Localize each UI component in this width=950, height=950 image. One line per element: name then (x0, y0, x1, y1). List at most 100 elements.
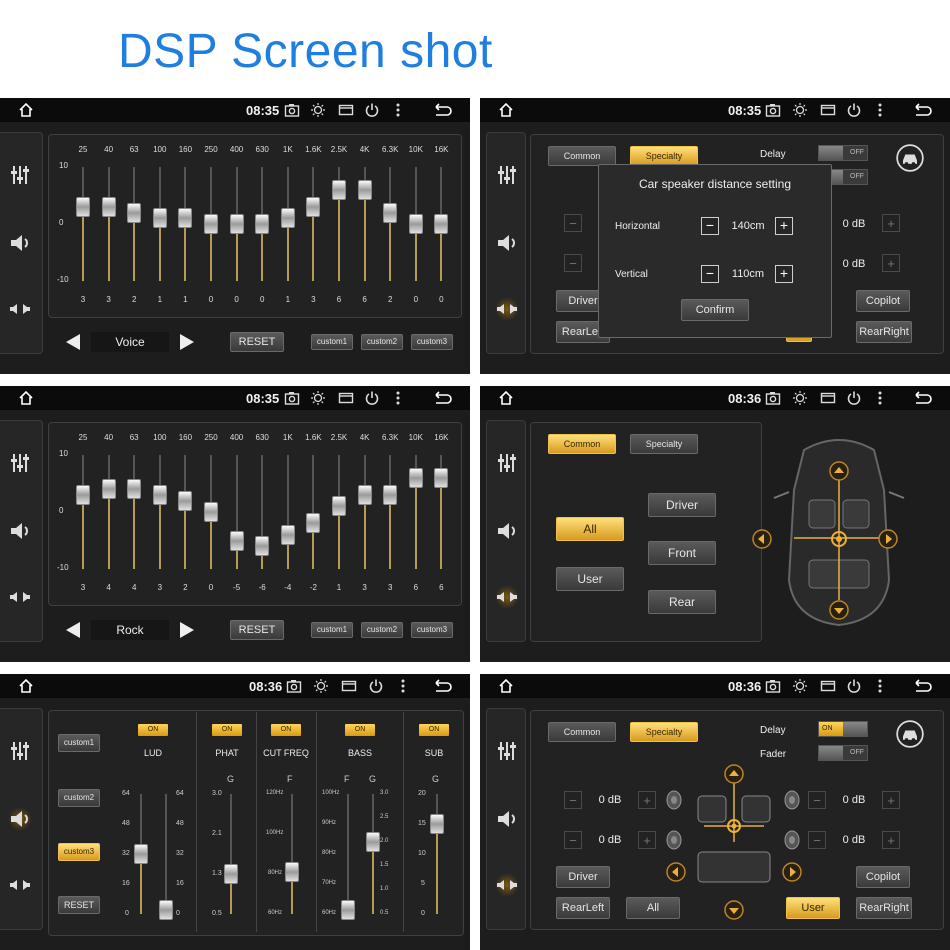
sub-track[interactable] (436, 794, 438, 914)
horizontal-plus-button[interactable]: + (775, 217, 793, 235)
menu-icon[interactable] (872, 102, 888, 118)
cutfreq-knob[interactable] (285, 862, 299, 882)
menu-icon[interactable] (390, 102, 406, 118)
eq-slider-knob[interactable] (408, 467, 423, 488)
eq-slider-knob[interactable] (255, 214, 270, 234)
eq-slider-knob[interactable] (101, 479, 116, 500)
eq-slider-knob[interactable] (332, 179, 346, 200)
brightness-icon[interactable] (792, 102, 808, 118)
rearleft-button[interactable]: RearLeft (556, 897, 610, 919)
eq-slider-track[interactable] (107, 455, 110, 569)
arrow-left-icon[interactable] (752, 529, 772, 549)
sub-on-badge[interactable]: ON (419, 724, 449, 736)
home-icon[interactable] (498, 390, 514, 406)
eq-slider-track[interactable] (312, 455, 315, 569)
custom3-button[interactable]: custom3 (411, 334, 453, 350)
custom2-button[interactable]: custom2 (361, 334, 403, 350)
equalizer-tab-icon[interactable] (8, 739, 32, 763)
arrow-down-icon[interactable] (724, 900, 744, 920)
eq-slider-knob[interactable] (152, 484, 167, 505)
eq-slider-knob[interactable] (127, 479, 142, 500)
left-bottom-plus-button[interactable]: + (638, 831, 656, 849)
eq-slider-track[interactable] (363, 455, 366, 569)
eq-slider-knob[interactable] (332, 496, 346, 517)
delay-toggle[interactable]: OFF (818, 145, 868, 161)
eq-slider-knob[interactable] (101, 196, 116, 217)
confirm-button[interactable]: Confirm (681, 299, 749, 321)
surround-tab-icon[interactable] (495, 297, 519, 321)
speaker-tab-icon[interactable] (8, 519, 32, 543)
eq-slider-knob[interactable] (408, 214, 423, 234)
eq-slider-track[interactable] (82, 167, 84, 281)
custom2-button[interactable]: custom2 (361, 622, 403, 638)
eq-slider-knob[interactable] (178, 208, 193, 229)
back-icon[interactable] (432, 678, 452, 694)
right-top-plus-button[interactable]: + (882, 214, 900, 232)
window-icon[interactable] (820, 678, 836, 694)
driver-button[interactable]: Driver (648, 493, 716, 517)
custom1-button[interactable]: custom1 (311, 334, 353, 350)
eq-slider-track[interactable] (133, 455, 136, 569)
speaker-tab-icon[interactable] (495, 231, 519, 255)
car-settings-icon[interactable] (896, 144, 924, 172)
surround-tab-icon[interactable] (8, 585, 32, 609)
left-top-minus-button[interactable]: − (564, 791, 582, 809)
eq-slider-knob[interactable] (229, 214, 244, 234)
fader-toggle[interactable]: OFF (818, 745, 868, 761)
eq-slider-track[interactable] (389, 455, 392, 569)
equalizer-tab-icon[interactable] (495, 163, 519, 187)
bass-g-track[interactable] (372, 794, 374, 914)
rearright-button[interactable]: RearRight (856, 321, 912, 343)
custom1-button[interactable]: custom1 (311, 622, 353, 638)
bass-on-badge[interactable]: ON (345, 724, 375, 736)
speaker-tab-icon[interactable] (495, 519, 519, 543)
surround-tab-icon[interactable] (8, 873, 32, 897)
arrow-up-icon[interactable] (724, 764, 744, 784)
eq-slider-knob[interactable] (255, 536, 270, 557)
eq-slider-knob[interactable] (178, 490, 193, 511)
brightness-icon[interactable] (310, 390, 326, 406)
camera-icon[interactable] (286, 678, 302, 694)
car-settings-icon[interactable] (896, 720, 924, 748)
copilot-button[interactable]: Copilot (856, 866, 910, 888)
eq-slider-knob[interactable] (229, 530, 244, 551)
surround-tab-icon[interactable] (495, 585, 519, 609)
arrow-right-icon[interactable] (878, 529, 898, 549)
lud-on-badge[interactable]: ON (138, 724, 168, 736)
preset-prev-button[interactable] (66, 622, 80, 638)
tab-specialty[interactable]: Specialty (630, 146, 698, 166)
eq-slider-knob[interactable] (76, 484, 90, 505)
all-button[interactable]: All (556, 517, 624, 541)
delay-toggle[interactable]: ON (818, 721, 868, 737)
eq-slider-track[interactable] (286, 455, 289, 569)
window-icon[interactable] (820, 102, 836, 118)
power-icon[interactable] (846, 678, 862, 694)
speaker-tab-icon[interactable] (8, 231, 32, 255)
tab-specialty[interactable]: Specialty (630, 434, 698, 454)
menu-icon[interactable] (872, 390, 888, 406)
home-icon[interactable] (18, 678, 34, 694)
eq-slider-track[interactable] (158, 455, 161, 569)
eq-slider-track[interactable] (312, 167, 315, 281)
custom3-button[interactable]: custom3 (411, 622, 453, 638)
camera-icon[interactable] (765, 102, 781, 118)
home-icon[interactable] (18, 102, 34, 118)
eq-slider-knob[interactable] (306, 513, 321, 534)
reset-button[interactable]: RESET (58, 896, 100, 914)
eq-slider-knob[interactable] (434, 467, 449, 488)
brightness-icon[interactable] (792, 390, 808, 406)
sub-knob[interactable] (430, 814, 444, 834)
eq-slider-knob[interactable] (127, 202, 142, 223)
reset-button[interactable]: RESET (230, 620, 284, 640)
eq-slider-track[interactable] (235, 455, 238, 569)
back-icon[interactable] (912, 678, 932, 694)
custom3-button[interactable]: custom3 (58, 843, 100, 861)
arrow-right-icon[interactable] (782, 862, 802, 882)
equalizer-tab-icon[interactable] (495, 739, 519, 763)
right-bottom-minus-button[interactable]: − (808, 831, 826, 849)
right-top-plus-button[interactable]: + (882, 791, 900, 809)
tab-common[interactable]: Common (548, 722, 616, 742)
tab-common[interactable]: Common (548, 434, 616, 454)
window-icon[interactable] (338, 102, 354, 118)
eq-slider-knob[interactable] (204, 502, 218, 522)
